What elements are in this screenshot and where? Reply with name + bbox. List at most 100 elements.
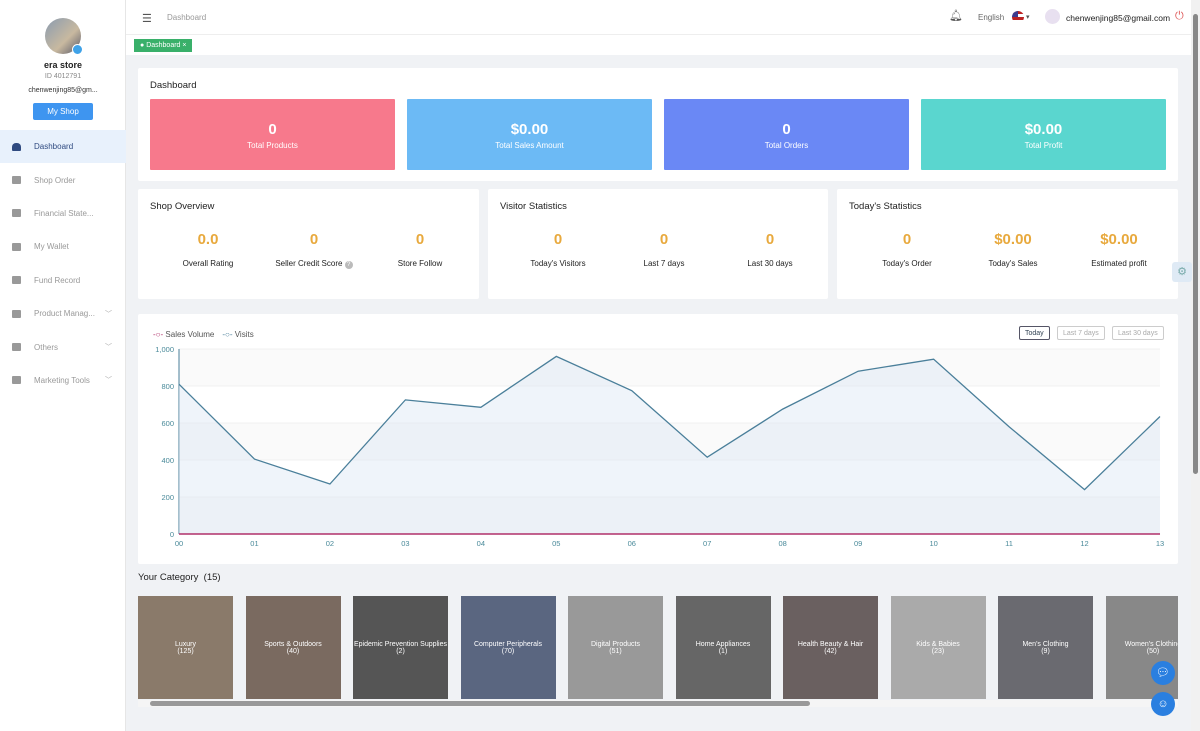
nav-icon bbox=[12, 209, 21, 218]
card-title: Visitor Statistics bbox=[500, 201, 567, 212]
scroll-thumb[interactable] bbox=[150, 701, 810, 706]
sidebar-item-dashboard[interactable]: Dashboard bbox=[0, 130, 126, 164]
metric-label: Today's Sales bbox=[988, 259, 1038, 268]
sidebar-item-label: Financial State... bbox=[34, 208, 94, 218]
customer-service-icon[interactable]: ☺ bbox=[1151, 692, 1175, 716]
category-name: Kids & Babies bbox=[916, 640, 960, 648]
sidebar-item-fund-record[interactable]: Fund Record bbox=[0, 264, 126, 297]
category-count: (9) bbox=[1041, 647, 1050, 655]
sidebar-item-my-wallet[interactable]: My Wallet bbox=[0, 230, 126, 263]
category-name: Women's Clothing bbox=[1124, 640, 1178, 648]
caret-down-icon[interactable]: ▾ bbox=[1026, 13, 1030, 21]
my-shop-button[interactable]: My Shop bbox=[33, 103, 93, 120]
card-title: Today's Statistics bbox=[849, 201, 922, 212]
category-name: Epidemic Prevention Supplies bbox=[354, 640, 447, 648]
x-tick-label: 05 bbox=[552, 539, 560, 548]
metric-label: Estimated profit bbox=[1091, 259, 1147, 268]
metric-label: Overall Rating bbox=[182, 259, 234, 268]
x-tick-label: 00 bbox=[175, 539, 183, 548]
sidebar-item-financial-state[interactable]: Financial State... bbox=[0, 197, 126, 230]
metric-value: 0 bbox=[415, 231, 425, 248]
stat-value: 0 bbox=[268, 121, 277, 138]
tab-close-icon[interactable]: × bbox=[182, 42, 186, 49]
user-email[interactable]: chenwenjing85@gmail.com bbox=[1066, 13, 1170, 23]
sidebar-nav: Dashboard Shop Order Financial State... My … bbox=[0, 130, 126, 397]
sidebar-item-product-manag[interactable]: Product Manag... ﹀ bbox=[0, 297, 126, 330]
x-tick-label: 03 bbox=[401, 539, 409, 548]
bell-icon[interactable]: 🔔︎ bbox=[949, 9, 963, 22]
metric-label: Today's Order bbox=[882, 259, 932, 268]
category-tile[interactable]: Epidemic Prevention Supplies (2) bbox=[353, 596, 448, 699]
breadcrumb: Dashboard bbox=[167, 13, 207, 22]
category-tile[interactable]: Luxury (125) bbox=[138, 596, 233, 699]
category-name: Home Appliances bbox=[695, 640, 751, 648]
metric: 0 Store Follow bbox=[370, 231, 470, 268]
category-name: Sports & Outdoors bbox=[264, 640, 322, 648]
stat-value: 0 bbox=[782, 121, 791, 138]
category-tile[interactable]: Kids & Babies (23) bbox=[890, 596, 986, 699]
metric-label: Store Follow bbox=[397, 259, 443, 268]
category-tile[interactable]: Digital Products (51) bbox=[568, 596, 663, 699]
metric: 0 Last 7 days bbox=[614, 231, 714, 268]
stat-card: $0.00 Total Sales Amount bbox=[407, 99, 652, 170]
x-tick-label: 09 bbox=[854, 539, 862, 548]
metric: 0 Today's Visitors bbox=[508, 231, 608, 268]
scroll-thumb[interactable] bbox=[1193, 14, 1198, 474]
sidebar-item-shop-order[interactable]: Shop Order bbox=[0, 163, 126, 196]
category-carousel: Luxury (125) Sports & Outdoors (40) Epidemic… bbox=[138, 596, 1178, 699]
metric-value: 0 bbox=[553, 231, 563, 248]
y-tick-label: 800 bbox=[161, 382, 174, 391]
category-count: (40) bbox=[286, 647, 300, 655]
sidebar-item-others[interactable]: Others ﹀ bbox=[0, 330, 126, 363]
language-selector[interactable]: English bbox=[978, 13, 1004, 22]
category-count: (70) bbox=[501, 647, 515, 655]
x-tick-label: 04 bbox=[477, 539, 485, 548]
category-tile[interactable]: Home Appliances (1) bbox=[675, 596, 771, 699]
stat-card: $0.00 Total Profit bbox=[921, 99, 1166, 170]
sidebar-item-label: Shop Order bbox=[34, 175, 76, 185]
y-tick-label: 200 bbox=[161, 493, 174, 502]
menu-toggle-icon[interactable]: ☰ bbox=[142, 12, 152, 25]
chevron-down-icon: ﹀ bbox=[105, 344, 112, 352]
dashboard-card: Dashboard 0 Total Products $0.00 Total Sale… bbox=[138, 68, 1178, 181]
store-avatar[interactable] bbox=[45, 18, 83, 55]
category-tile[interactable]: Sports & Outdoors (40) bbox=[245, 596, 341, 699]
tab-dashboard[interactable]: ● Dashboard × bbox=[134, 39, 193, 52]
us-flag-icon[interactable] bbox=[1012, 11, 1024, 23]
x-tick-label: 02 bbox=[326, 539, 334, 548]
nav-icon bbox=[12, 343, 21, 352]
horizontal-scrollbar[interactable] bbox=[138, 700, 1178, 707]
dashboard-title: Dashboard bbox=[150, 80, 197, 91]
grid-band bbox=[179, 349, 1160, 386]
metric-label: Seller Credit Score bbox=[275, 259, 343, 268]
nav-icon bbox=[12, 276, 21, 285]
nav-icon bbox=[12, 309, 21, 318]
metric-label: Last 30 days bbox=[747, 259, 793, 268]
store-id: ID 4012791 bbox=[44, 73, 82, 80]
sidebar-item-marketing-tools[interactable]: Marketing Tools ﹀ bbox=[0, 364, 126, 397]
store-email: chenwenjing85@gm... bbox=[28, 87, 98, 94]
chevron-down-icon: ﹀ bbox=[105, 310, 112, 318]
stat-label: Total Sales Amount bbox=[495, 141, 564, 150]
settings-gear-icon[interactable]: ⚙ bbox=[1172, 262, 1192, 282]
metric: $0.00 Estimated profit bbox=[1069, 231, 1169, 268]
help-icon[interactable]: ? bbox=[344, 261, 353, 269]
category-tile[interactable]: Computer Peripherals (70) bbox=[460, 596, 556, 699]
metric-value: 0 bbox=[659, 231, 669, 248]
category-title: Your Category (15) bbox=[138, 572, 221, 583]
user-avatar[interactable] bbox=[1045, 9, 1060, 24]
x-tick-label: 01 bbox=[250, 539, 258, 548]
category-count: (51) bbox=[609, 647, 622, 655]
vertical-scrollbar[interactable] bbox=[1191, 0, 1200, 731]
card-title: Shop Overview bbox=[150, 201, 215, 212]
line-chart: 0 200 400 600 800 1,000 00 01 02 03 04 05 06 07 08 09 10… bbox=[155, 345, 1164, 548]
metric: 0 Seller Credit Score ? bbox=[264, 231, 364, 269]
stat-card: 0 Total Products bbox=[150, 99, 395, 170]
sidebar-item-label: Dashboard bbox=[34, 142, 74, 152]
chevron-down-icon: ﹀ bbox=[105, 377, 112, 385]
logout-power-icon[interactable]: ⏻ bbox=[1175, 10, 1184, 23]
category-tile[interactable]: Health Beauty & Hair (42) bbox=[783, 596, 878, 699]
category-tile[interactable]: Men's Clothing (9) bbox=[998, 596, 1093, 699]
chat-icon[interactable]: 💬︎ bbox=[1151, 661, 1175, 685]
x-tick-label: 11 bbox=[1005, 539, 1013, 548]
